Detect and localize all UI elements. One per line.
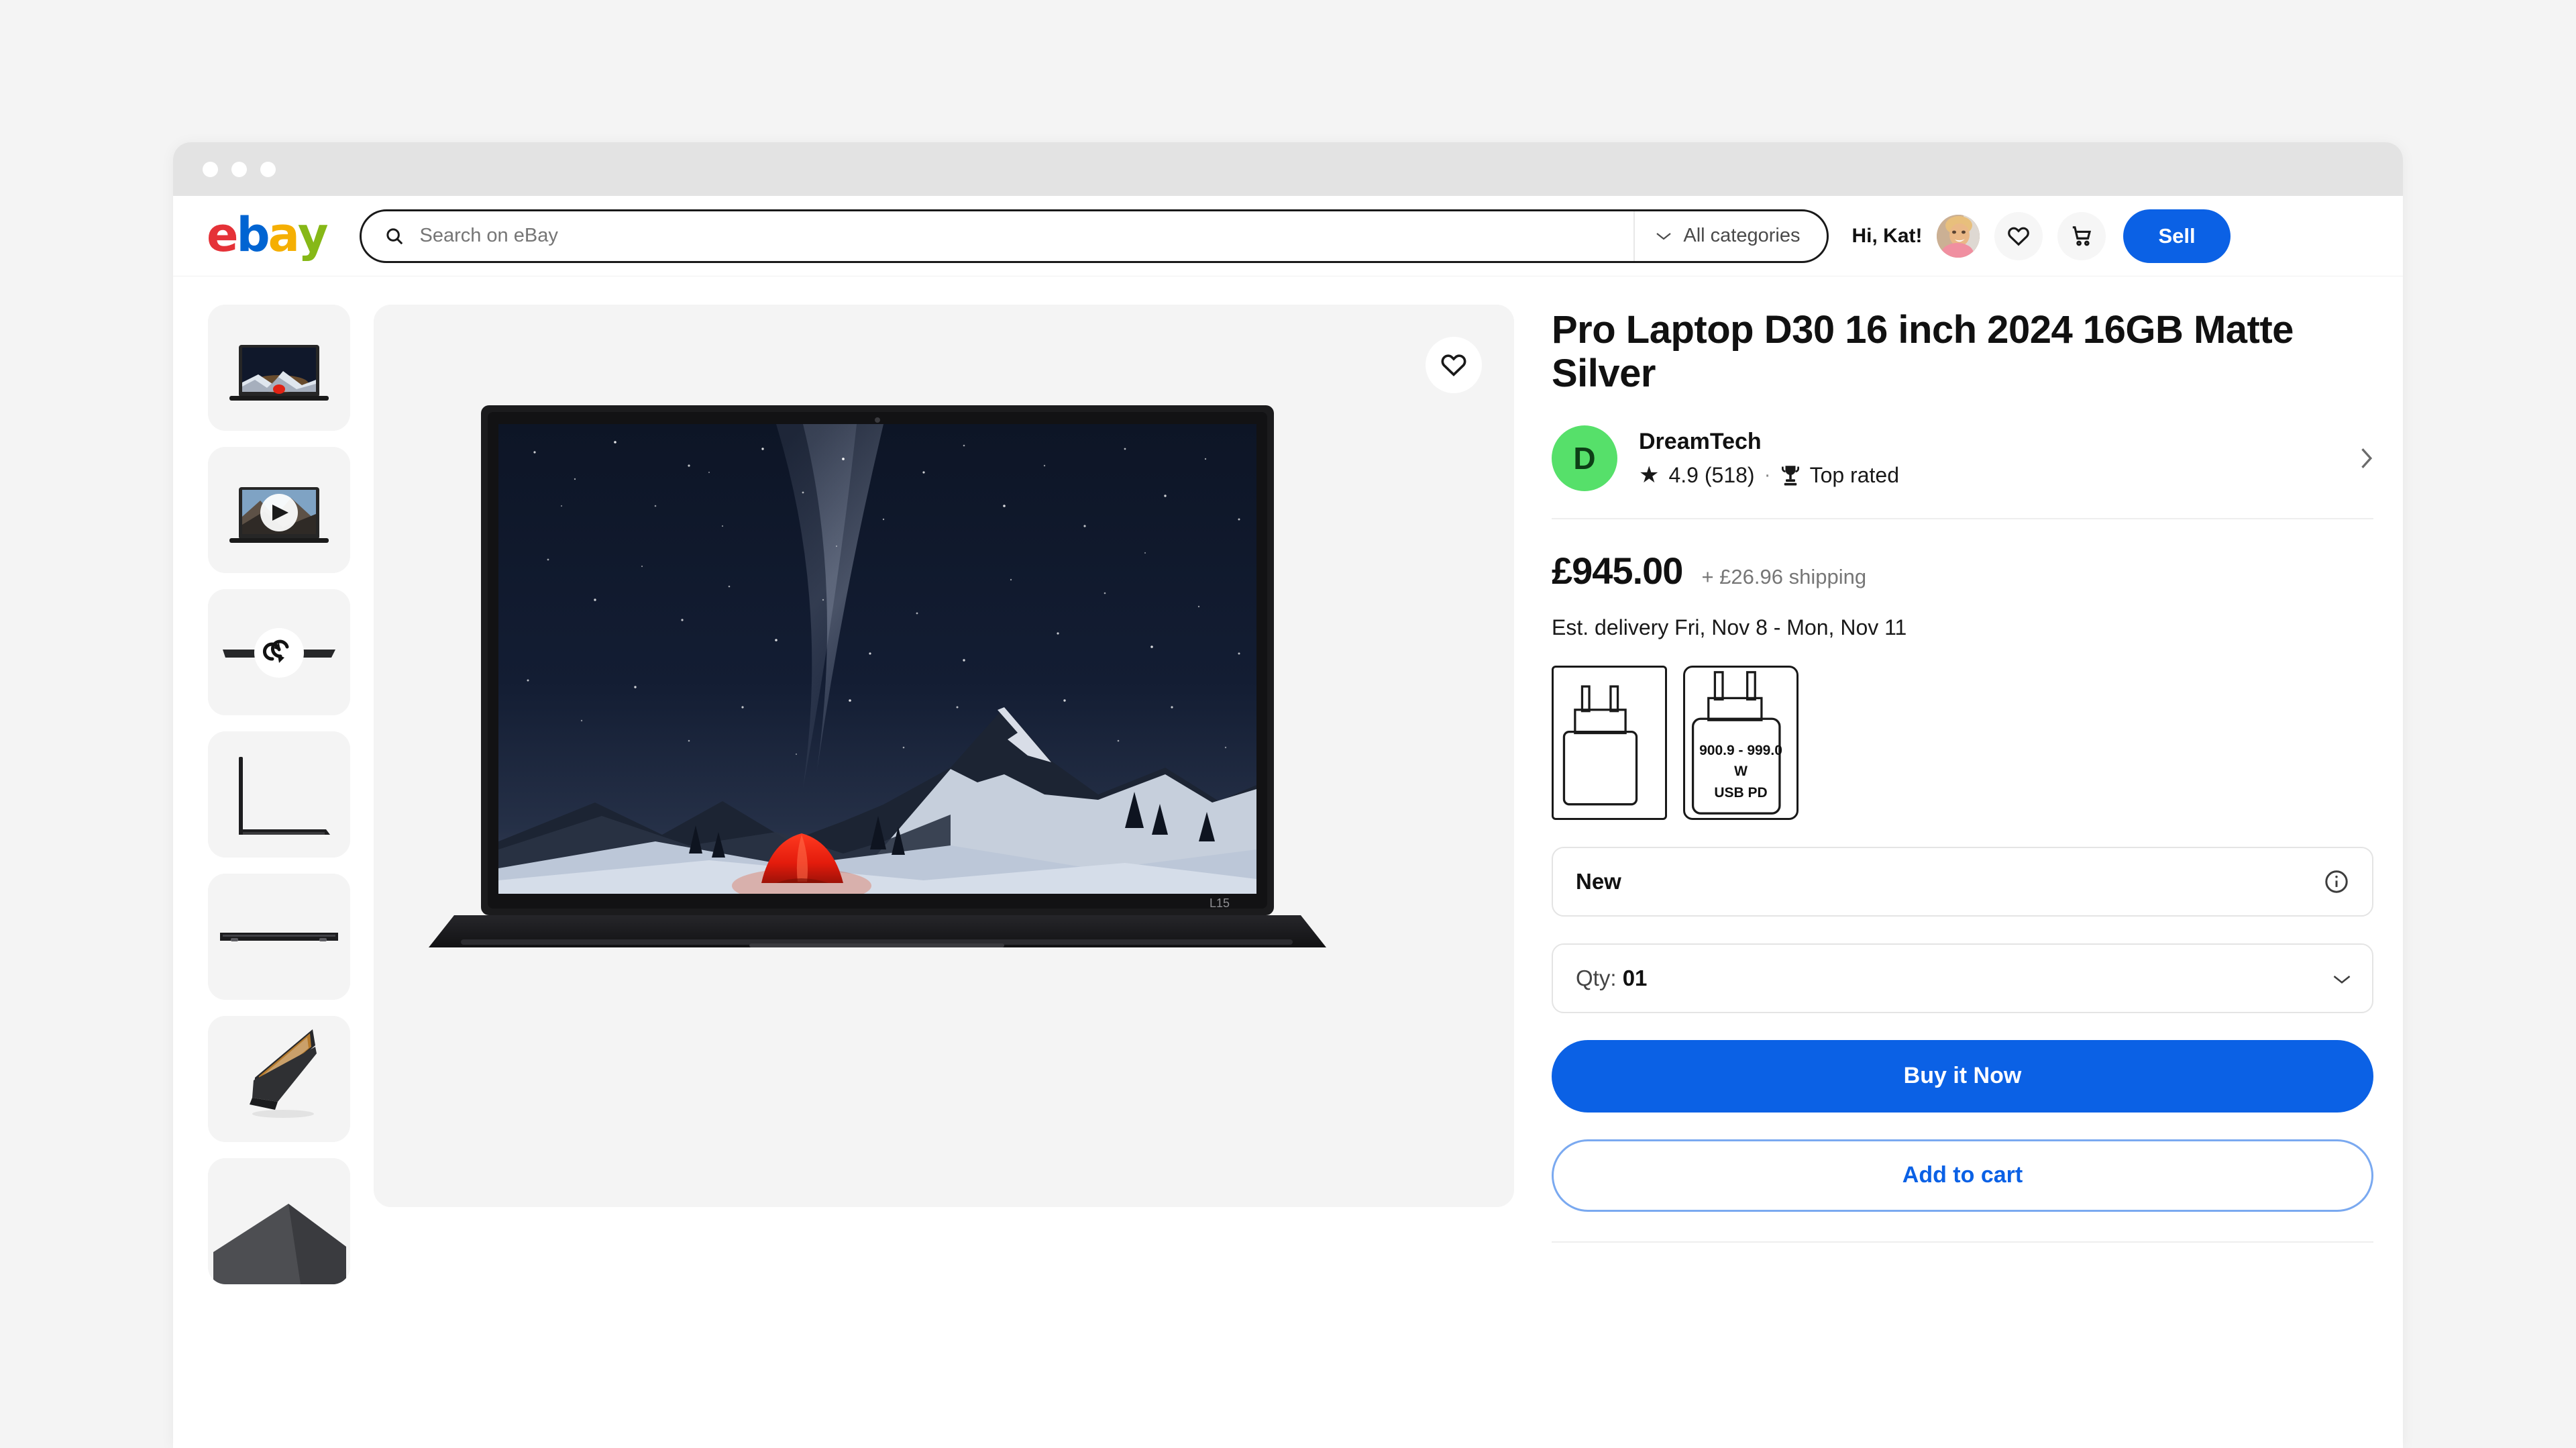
search-bar: All categories [360, 209, 1829, 263]
quantity-prefix: Qty: [1576, 965, 1617, 990]
delivery-estimate: Est. delivery Fri, Nov 8 - Mon, Nov 11 [1552, 615, 1907, 639]
logo-letter-a: a [268, 207, 300, 262]
ebay-logo[interactable]: e b a y [207, 207, 329, 262]
trophy-icon [1780, 464, 1801, 486]
search-icon [384, 226, 405, 246]
seller-avatar: D [1552, 425, 1617, 491]
browser-window: e b a y Search on eBay All categories Hi… [173, 142, 2403, 1448]
variant-label-group: 900.9 - 999.0 W USB PD [1685, 740, 1796, 804]
buy-it-now-button[interactable]: Buy it Now [1552, 1039, 2373, 1113]
logo-letter-y: y [297, 207, 329, 262]
seller-rating-row: ★ 4.9 (518) · Top rated [1639, 463, 2359, 488]
thumb-360[interactable] [208, 589, 350, 715]
window-titlebar [173, 142, 2403, 196]
window-maximize-dot[interactable] [260, 161, 276, 177]
watchlist-button[interactable] [1994, 211, 2043, 260]
avatar[interactable] [1937, 214, 1980, 258]
info-circle-icon[interactable] [2324, 869, 2349, 894]
section-divider [1552, 1241, 2373, 1243]
category-select[interactable]: All categories [1633, 211, 1827, 261]
variant-swatches: 900.9 - 999.0 W USB PD [1552, 665, 2373, 820]
price-row: £945.00 + £26.96 shipping [1552, 549, 2373, 592]
thumb-front-open[interactable] [208, 305, 350, 431]
shipping-cost: + £26.96 shipping [1701, 564, 1867, 588]
heart-icon [1440, 351, 1468, 379]
variant-label-line3: USB PD [1714, 784, 1768, 800]
product-price: £945.00 [1552, 549, 1683, 592]
sell-button[interactable]: Sell [2123, 209, 2231, 263]
thumb-dark-wedge[interactable] [208, 1158, 350, 1284]
main-image-gallery[interactable]: L15 [374, 305, 1514, 1207]
category-select-label: All categories [1683, 225, 1801, 246]
window-close-dot[interactable] [203, 161, 218, 177]
chevron-down-icon[interactable] [2332, 973, 2351, 984]
heart-icon [2006, 224, 2031, 248]
seller-rating: 4.9 (518) [1668, 462, 1755, 487]
quantity-label: Qty: 01 [1576, 966, 2332, 991]
search-input[interactable] [419, 225, 1611, 247]
thumb-tilted-open[interactable] [208, 1016, 350, 1142]
product-info-panel: Pro Laptop D30 16 inch 2024 16GB Matte S… [1552, 305, 2373, 1284]
user-greeting[interactable]: Hi, Kat! [1851, 225, 1922, 248]
seller-name: DreamTech [1639, 428, 1762, 454]
search-field[interactable] [362, 211, 1633, 261]
thumb-video[interactable] [208, 447, 350, 573]
main-product-image: L15 [374, 305, 1514, 1207]
chevron-right-icon [2359, 446, 2373, 470]
quantity-value: 01 [1622, 965, 1648, 990]
ebay-header: e b a y Search on eBay All categories Hi… [173, 196, 2403, 276]
watch-item-button[interactable] [1426, 337, 1482, 393]
page-background: e b a y Search on eBay All categories Hi… [0, 0, 2576, 1448]
laptop-model-label: L15 [1210, 896, 1230, 910]
quantity-field[interactable]: Qty: 01 [1552, 943, 2373, 1013]
chevron-down-icon [1655, 231, 1672, 241]
page-title: Pro Laptop D30 16 inch 2024 16GB Matte S… [1552, 308, 2294, 395]
thumbnail-rail[interactable] [208, 305, 352, 1284]
cart-button[interactable] [2057, 211, 2106, 260]
condition-field[interactable]: New [1552, 846, 2373, 917]
variant-charger-usb-pd[interactable]: 900.9 - 999.0 W USB PD [1683, 665, 1799, 820]
window-minimize-dot[interactable] [231, 161, 247, 177]
seller-badge-label: Top rated [1809, 462, 1899, 487]
add-to-cart-button[interactable]: Add to cart [1552, 1139, 2373, 1212]
product-page-content: L15 Pro Laptop D30 16 inch 2024 16GB Mat… [173, 276, 2403, 1284]
thumb-side-open[interactable] [208, 731, 350, 858]
logo-letter-e: e [207, 207, 239, 262]
condition-value: New [1576, 868, 1621, 894]
seller-row[interactable]: D DreamTech ★ 4.9 (518) · Top rated [1552, 425, 2373, 519]
logo-letter-b: b [236, 207, 270, 262]
variant-label-line1: 900.9 - 999.0 [1699, 742, 1782, 758]
thumb-closed-edge[interactable] [208, 874, 350, 1000]
shopping-cart-icon [2070, 224, 2094, 248]
seller-meta: DreamTech ★ 4.9 (518) · Top rated [1639, 429, 2359, 488]
variant-label-line2: W [1734, 764, 1748, 780]
variant-charger-plain[interactable] [1552, 665, 1667, 820]
separator-dot: · [1764, 464, 1771, 486]
star-icon: ★ [1639, 462, 1660, 488]
